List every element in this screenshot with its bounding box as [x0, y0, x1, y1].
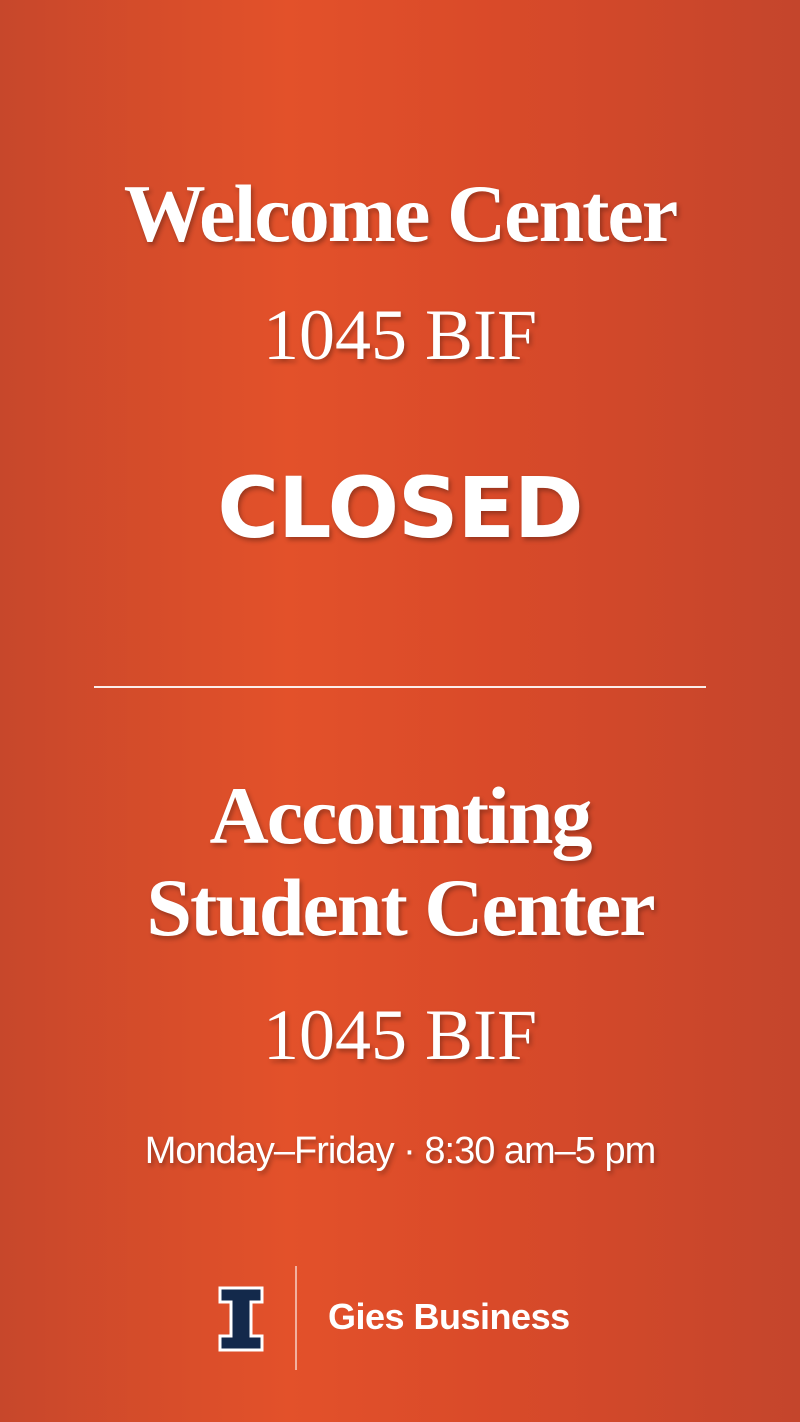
accounting-title-line-1: Accounting [209, 770, 593, 861]
accounting-student-center-hours: Monday–Friday · 8:30 am–5 pm [144, 1130, 657, 1172]
accounting-student-center-room: 1045 BIF [262, 995, 538, 1075]
accounting-title-line-2: Student Center [146, 862, 655, 953]
section-divider [94, 686, 706, 688]
welcome-center-title: Welcome Center [123, 168, 679, 259]
welcome-center-status: CLOSED [217, 459, 583, 557]
block-i-logo-icon [218, 1286, 264, 1352]
brand-name: Gies Business [328, 1296, 570, 1337]
footer-logo-bar: Gies Business [0, 1264, 800, 1372]
accounting-student-center-title: Accounting Student Center [0, 770, 800, 954]
footer-divider [295, 1266, 297, 1370]
welcome-center-room: 1045 BIF [262, 295, 538, 375]
